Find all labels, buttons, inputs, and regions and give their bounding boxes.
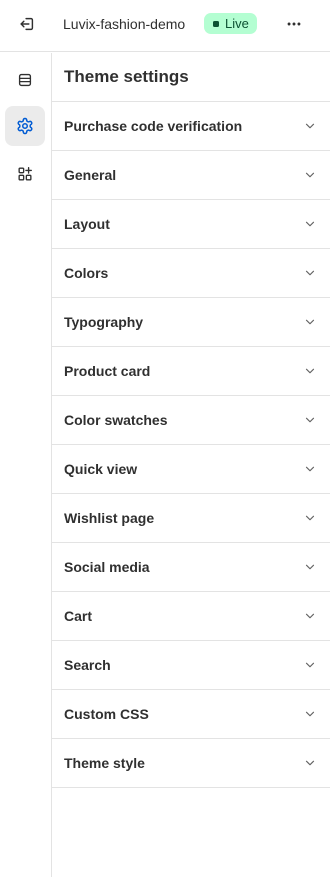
- settings-section-label: Cart: [64, 608, 93, 624]
- settings-section-list: Purchase code verification General Layout C…: [52, 102, 330, 788]
- chevron-down-icon: [305, 760, 315, 766]
- settings-section-label: General: [64, 167, 117, 183]
- store-name[interactable]: Luvix-fashion-demo: [63, 15, 185, 33]
- settings-section-label: Typography: [64, 314, 144, 330]
- settings-section[interactable]: Product card: [52, 347, 330, 396]
- chevron-down-icon: [305, 221, 315, 227]
- settings-section[interactable]: Quick view: [52, 445, 330, 494]
- apps-icon: [18, 167, 32, 181]
- status-badge: Live: [204, 13, 257, 34]
- chevron-down-icon: [305, 711, 315, 717]
- settings-section[interactable]: Wishlist page: [52, 494, 330, 543]
- settings-section-label: Product card: [64, 363, 151, 379]
- settings-section[interactable]: Purchase code verification: [52, 102, 330, 151]
- exit-button[interactable]: [12, 9, 42, 39]
- settings-section-label: Color swatches: [64, 412, 168, 428]
- settings-section-label: Purchase code verification: [64, 118, 243, 134]
- settings-section-label: Custom CSS: [64, 706, 149, 722]
- settings-section-label: Search: [64, 657, 111, 673]
- settings-section[interactable]: Cart: [52, 592, 330, 641]
- chevron-down-icon: [305, 613, 315, 619]
- rail-item-sections[interactable]: [5, 60, 45, 100]
- chevron-down-icon: [305, 368, 315, 374]
- sections-icon: [18, 73, 32, 87]
- settings-gear-icon: [17, 117, 33, 135]
- settings-section[interactable]: General: [52, 151, 330, 200]
- settings-section-label: Colors: [64, 265, 109, 281]
- chevron-down-icon: [305, 319, 315, 325]
- settings-section-label: Layout: [64, 216, 110, 232]
- settings-section-label: Theme style: [64, 755, 145, 771]
- settings-section[interactable]: Custom CSS: [52, 690, 330, 739]
- panel-title: Theme settings: [52, 53, 330, 102]
- settings-section[interactable]: Search: [52, 641, 330, 690]
- settings-section-label: Social media: [64, 559, 150, 575]
- settings-section[interactable]: Theme style: [52, 739, 330, 788]
- sidebar-rail: [0, 53, 52, 877]
- settings-section[interactable]: Layout: [52, 200, 330, 249]
- settings-section[interactable]: Typography: [52, 298, 330, 347]
- chevron-down-icon: [305, 123, 315, 129]
- settings-section[interactable]: Color swatches: [52, 396, 330, 445]
- status-dot: [213, 20, 219, 27]
- settings-section-label: Wishlist page: [64, 510, 155, 526]
- chevron-down-icon: [305, 662, 315, 668]
- chevron-down-icon: [305, 270, 315, 276]
- chevron-down-icon: [305, 515, 315, 521]
- chevron-down-icon: [305, 564, 315, 570]
- more-actions-button[interactable]: [279, 9, 309, 39]
- rail-item-apps[interactable]: [5, 154, 45, 194]
- settings-section[interactable]: Social media: [52, 543, 330, 592]
- chevron-down-icon: [305, 466, 315, 472]
- chevron-down-icon: [305, 417, 315, 423]
- chevron-down-icon: [305, 172, 315, 178]
- status-label: Live: [225, 15, 249, 31]
- more-horizontal-icon: [287, 22, 301, 26]
- exit-icon: [20, 17, 34, 31]
- theme-settings-panel: Theme settings Purchase code verificatio…: [52, 53, 330, 788]
- rail-item-theme-settings[interactable]: [5, 106, 45, 146]
- settings-section[interactable]: Colors: [52, 249, 330, 298]
- settings-section-label: Quick view: [64, 461, 138, 477]
- top-bar: Luvix-fashion-demo Live: [0, 0, 330, 52]
